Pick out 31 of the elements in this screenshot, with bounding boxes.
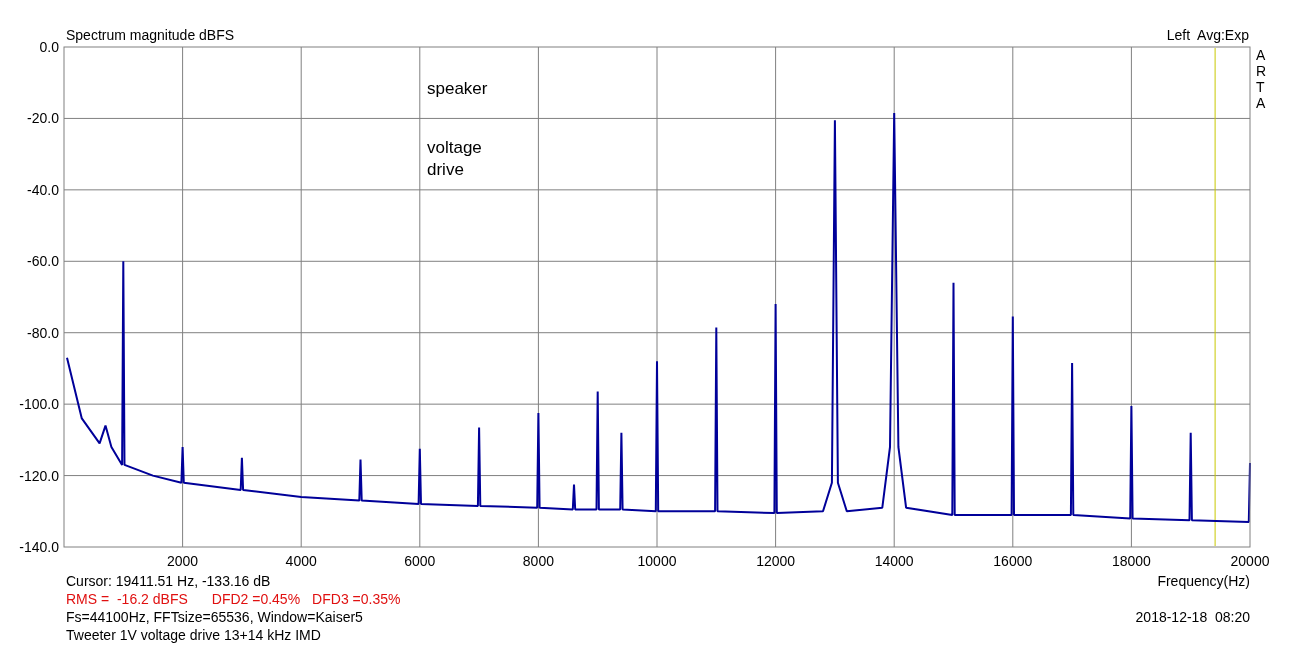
x-tick-label: 6000	[404, 553, 436, 569]
measurement-value: RMS = -16.2 dBFS	[66, 590, 188, 608]
y-tick-label: -140.0	[19, 539, 59, 555]
channel-status: Left Avg:Exp	[1166, 27, 1249, 43]
cursor-readout: Cursor: 19411.51 Hz, -133.16 dB	[66, 572, 272, 590]
measurement-value: DFD3 =0.35%	[312, 590, 401, 608]
x-tick-label: 8000	[522, 553, 554, 569]
x-tick-label: 14000	[874, 553, 914, 569]
x-tick-label: 4000	[285, 553, 317, 569]
x-axis-label: Frequency(Hz)	[1157, 572, 1250, 590]
x-tick-label: 12000	[756, 553, 796, 569]
y-tick-label: -100.0	[19, 396, 59, 413]
brand-label: ARTA	[1256, 47, 1267, 111]
annotation-label: speaker	[427, 78, 489, 100]
chart-title: Spectrum magnitude dBFS	[66, 27, 235, 43]
x-tick-label: 16000	[993, 553, 1033, 569]
settings-text: Fs=44100Hz, FFTsize=65536, Window=Kaiser5	[66, 608, 364, 626]
x-tick-label: 20000	[1230, 553, 1270, 569]
x-tick-label: 18000	[1111, 553, 1151, 569]
measurement-value: DFD2 =0.45%	[211, 590, 301, 608]
x-tick-label: 10000	[637, 553, 677, 569]
y-tick-label: 0.0	[39, 39, 59, 55]
y-tick-label: -20.0	[27, 110, 59, 127]
description-text: Tweeter 1V voltage drive 13+14 kHz IMD	[66, 626, 322, 644]
timestamp: 2018-12-18 08:20	[1135, 608, 1250, 626]
annotation-label: voltage drive	[427, 137, 483, 181]
y-tick-label: -60.0	[27, 253, 59, 270]
x-tick-label: 2000	[167, 553, 199, 569]
y-tick-label: -120.0	[19, 467, 59, 484]
y-tick-label: -80.0	[27, 324, 59, 341]
y-tick-label: -40.0	[27, 181, 59, 198]
